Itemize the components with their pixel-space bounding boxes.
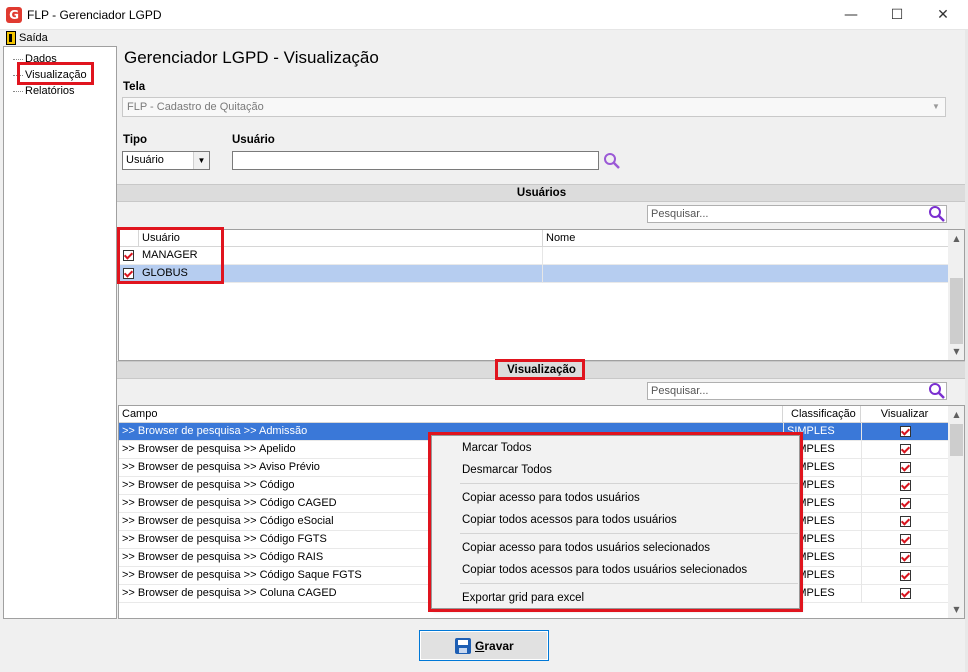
floppy-disk-icon — [455, 638, 471, 654]
view-col-classificacao[interactable]: Classificação — [783, 406, 861, 423]
scroll-up-icon[interactable]: ▲ — [948, 230, 964, 247]
menu-item-desmarcar-todos[interactable]: Desmarcar Todos — [462, 461, 552, 479]
users-grid-corner — [119, 230, 139, 247]
menu-item-exportar-excel[interactable]: Exportar grid para excel — [462, 589, 584, 607]
cell-nome — [543, 247, 948, 265]
menu-exit-label: Saída — [19, 32, 48, 44]
maximize-button[interactable]: ☐ — [874, 0, 920, 30]
view-search-input[interactable]: Pesquisar... — [647, 382, 947, 400]
tela-select-value: FLP - Cadastro de Quitação — [127, 101, 264, 113]
search-icon[interactable] — [928, 382, 946, 400]
visualizar-checkbox[interactable] — [900, 444, 911, 455]
view-col-campo[interactable]: Campo — [119, 406, 783, 423]
view-col-visualizar[interactable]: Visualizar — [861, 406, 948, 423]
sidebar-item-relatorios[interactable]: Relatórios — [25, 84, 75, 98]
table-row[interactable]: MANAGER — [119, 247, 948, 265]
tipo-select[interactable]: Usuário ▼ — [122, 151, 210, 170]
menu-separator — [460, 533, 798, 534]
row-checkbox[interactable] — [123, 250, 134, 261]
save-button-label: Gravar — [475, 639, 514, 653]
cell-nome — [543, 265, 948, 283]
tree-connector — [13, 75, 23, 76]
users-col-usuario[interactable]: Usuário — [139, 230, 543, 247]
cell-visualizar — [861, 459, 948, 477]
scroll-thumb[interactable] — [950, 424, 963, 456]
title-bar: G FLP - Gerenciador LGPD — ☐ ✕ — [0, 0, 968, 30]
visualizar-checkbox[interactable] — [900, 516, 911, 527]
visualizar-checkbox[interactable] — [900, 552, 911, 563]
scroll-up-icon[interactable]: ▲ — [948, 406, 964, 423]
menu-item-copiar-todos-acessos-todos[interactable]: Copiar todos acessos para todos usuários — [462, 511, 677, 529]
cell-visualizar — [861, 477, 948, 495]
visualizar-checkbox[interactable] — [900, 462, 911, 473]
cell-visualizar — [861, 531, 948, 549]
visualizar-checkbox[interactable] — [900, 498, 911, 509]
cell-visualizar — [861, 423, 948, 441]
menu-item-copiar-acesso-selecionados[interactable]: Copiar acesso para todos usuários seleci… — [462, 539, 710, 557]
cell-visualizar — [861, 549, 948, 567]
users-scrollbar[interactable]: ▲ ▼ — [948, 230, 964, 360]
close-button[interactable]: ✕ — [920, 0, 966, 30]
tipo-label: Tipo — [123, 134, 148, 146]
users-search-placeholder: Pesquisar... — [651, 208, 709, 220]
exit-door-icon — [6, 31, 16, 45]
users-grid: Usuário Nome MANAGER GLOBUS ▲ ▼ — [118, 229, 965, 361]
sidebar-item-dados[interactable]: Dados — [25, 52, 57, 66]
tela-select[interactable]: FLP - Cadastro de Quitação ▼ — [122, 97, 946, 117]
cell-visualizar — [861, 567, 948, 585]
usuario-label: Usuário — [232, 134, 275, 146]
search-icon[interactable] — [603, 152, 621, 170]
users-section-header: Usuários — [117, 184, 966, 202]
users-search-input[interactable]: Pesquisar... — [647, 205, 947, 223]
view-section-header: Visualização — [117, 361, 966, 379]
sidebar-tree: Dados Visualização Relatórios — [3, 46, 117, 619]
visualizar-checkbox[interactable] — [900, 588, 911, 599]
page-title: Gerenciador LGPD - Visualização — [124, 48, 379, 67]
window-title: FLP - Gerenciador LGPD — [27, 8, 162, 22]
cell-visualizar — [861, 441, 948, 459]
cell-visualizar — [861, 585, 948, 603]
minimize-button[interactable]: — — [828, 0, 874, 30]
menu-item-marcar-todos[interactable]: Marcar Todos — [462, 439, 531, 457]
tree-connector — [13, 91, 23, 92]
tipo-select-value: Usuário — [126, 154, 164, 166]
cell-visualizar — [861, 513, 948, 531]
view-search-placeholder: Pesquisar... — [651, 385, 709, 397]
visualizar-checkbox[interactable] — [900, 480, 911, 491]
tela-label: Tela — [123, 81, 146, 93]
visualizar-checkbox[interactable] — [900, 534, 911, 545]
save-button[interactable]: Gravar — [419, 630, 549, 661]
view-scrollbar[interactable]: ▲ ▼ — [948, 406, 964, 618]
scroll-thumb[interactable] — [950, 278, 963, 344]
menu-exit[interactable]: Saída — [3, 31, 48, 45]
usuario-input[interactable] — [232, 151, 599, 170]
chevron-down-icon: ▼ — [193, 152, 209, 169]
table-row[interactable]: GLOBUS — [119, 265, 948, 283]
menu-separator — [460, 483, 798, 484]
menu-separator — [460, 583, 798, 584]
row-checkbox[interactable] — [123, 268, 134, 279]
users-col-nome[interactable]: Nome — [543, 230, 948, 247]
visualizar-checkbox[interactable] — [900, 426, 911, 437]
scroll-down-icon[interactable]: ▼ — [948, 343, 964, 360]
tree-connector — [13, 59, 23, 60]
visualizar-checkbox[interactable] — [900, 570, 911, 581]
menu-bar: Saída — [0, 30, 968, 46]
context-menu: Marcar Todos Desmarcar Todos Copiar aces… — [431, 435, 800, 609]
scroll-down-icon[interactable]: ▼ — [948, 601, 964, 618]
menu-item-copiar-todos-acessos-selecionados[interactable]: Copiar todos acessos para todos usuários… — [462, 561, 747, 579]
menu-item-copiar-acesso-todos[interactable]: Copiar acesso para todos usuários — [462, 489, 640, 507]
chevron-down-icon: ▼ — [932, 102, 940, 111]
cell-visualizar — [861, 495, 948, 513]
app-logo-icon: G — [6, 7, 22, 23]
cell-usuario: GLOBUS — [139, 265, 543, 283]
sidebar-item-visualizacao[interactable]: Visualização — [25, 68, 87, 82]
cell-usuario: MANAGER — [139, 247, 543, 265]
search-icon[interactable] — [928, 205, 946, 223]
